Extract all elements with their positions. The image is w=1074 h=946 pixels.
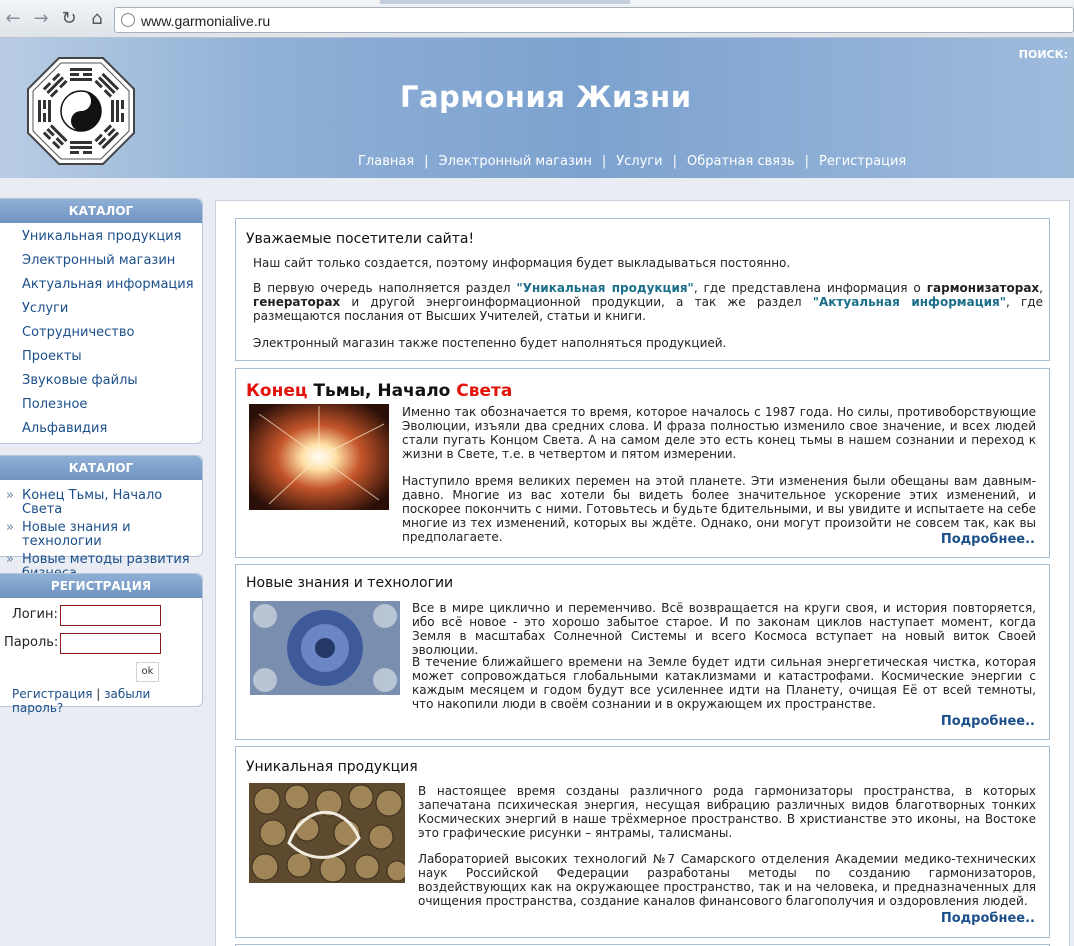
article-paragraph: Лабораторией высоких технологий №7 Самар… — [418, 852, 1036, 908]
article-title: Новые знания и технологии — [246, 575, 454, 591]
articles-catalog-heading: КАТАЛОГ — [0, 456, 202, 480]
read-more-link[interactable]: Подробнее.. — [941, 532, 1035, 547]
catalog-item-actual-info[interactable]: Актуальная информация — [0, 273, 202, 297]
browser-toolbar: ← → ↻ ⌂ www.garmonialive.ru — [0, 0, 1074, 38]
search-label: ПОИСК: — [1018, 48, 1068, 61]
catalog-item-e-shop[interactable]: Электронный магазин — [0, 249, 202, 273]
register-link[interactable]: Регистрация — [12, 687, 92, 701]
login-label: Логин: — [12, 607, 58, 622]
article-link-end-of-darkness[interactable]: » Конец Тьмы, Начало Света — [0, 489, 202, 517]
catalog-heading: КАТАЛОГ — [0, 199, 202, 223]
address-bar[interactable]: www.garmonialive.ru — [114, 7, 1074, 33]
article-title: Конец Тьмы, Начало Света — [246, 381, 513, 401]
bagua-yin-yang-logo[interactable] — [26, 56, 136, 166]
password-field[interactable] — [60, 633, 161, 654]
article-paragraph: В настоящее время созданы различного род… — [418, 784, 1036, 840]
welcome-paragraph: В первую очередь наполняется раздел "Уни… — [253, 281, 1043, 323]
links-separator: | — [96, 687, 101, 701]
nav-home[interactable]: Главная — [352, 154, 420, 169]
home-icon[interactable]: ⌂ — [86, 8, 108, 30]
catalog-item-cooperation[interactable]: Сотрудничество — [0, 321, 202, 345]
nav-separator: | — [601, 154, 607, 169]
registration-box: РЕГИСТРАЦИЯ Логин: Пароль: ok Регистраци… — [0, 573, 203, 715]
nav-separator: | — [804, 154, 810, 169]
login-ok-button[interactable]: ok — [136, 662, 159, 682]
nav-shop[interactable]: Электронный магазин — [433, 154, 598, 169]
articles-catalog-box: КАТАЛОГ » Конец Тьмы, Начало Света » Новые… — [0, 455, 203, 581]
catalog-item-projects[interactable]: Проекты — [0, 345, 202, 369]
article-panel: Новые знания и технологии Все в мире цик… — [235, 564, 1050, 740]
read-more-link[interactable]: Подробнее.. — [941, 911, 1035, 926]
registration-links: Регистрация | забыли пароль? — [12, 687, 202, 715]
article-title: Уникальная продукция — [246, 759, 418, 775]
site-header: Гармония Жизни ПОИСК: Главная | Электронны… — [0, 38, 1074, 178]
catalog-item-services[interactable]: Услуги — [0, 297, 202, 321]
site-info-icon[interactable] — [121, 13, 135, 27]
site-title: Гармония Жизни — [400, 80, 692, 114]
catalog-list: Уникальная продукция Электронный магазин… — [0, 223, 202, 441]
bullet-icon: » — [6, 520, 14, 535]
nav-feedback[interactable]: Обратная связь — [681, 154, 801, 169]
article-panel: Уникальная продукция В настоящее время с… — [235, 746, 1050, 938]
password-label: Пароль: — [4, 635, 59, 650]
nav-separator: | — [672, 154, 677, 169]
browser-tab-strip — [380, 0, 630, 4]
article-paragraph: Все в мире циклично и переменчиво. Всё в… — [412, 601, 1036, 657]
registration-heading: РЕГИСТРАЦИЯ — [0, 574, 202, 598]
read-more-link[interactable]: Подробнее.. — [941, 714, 1035, 729]
catalog-item-sound-files[interactable]: Звуковые файлы — [0, 369, 202, 393]
welcome-paragraph: Электронный магазин также постепенно буд… — [253, 336, 727, 350]
welcome-panel: Уважаемые посетители сайта! Наш сайт тол… — [235, 218, 1050, 361]
url-text[interactable]: www.garmonialive.ru — [141, 13, 270, 29]
login-field[interactable] — [60, 605, 161, 626]
article-link-label[interactable]: Конец Тьмы, Начало Света — [22, 488, 162, 517]
catalog-item-unique-products[interactable]: Уникальная продукция — [0, 225, 202, 249]
article-paragraph: В течение ближайшего времени на Земле бу… — [412, 655, 1036, 711]
link-actual-info[interactable]: "Актуальная информация" — [813, 295, 1006, 309]
welcome-paragraph: Наш сайт только создается, поэтому инфор… — [253, 256, 791, 270]
article-paragraph: Именно так обозначается то время, которо… — [402, 405, 1036, 461]
nav-services[interactable]: Услуги — [610, 154, 668, 169]
article-link-label[interactable]: Новые знания и технологии — [22, 520, 131, 549]
catalog-item-useful[interactable]: Полезное — [0, 393, 202, 417]
bullet-icon: » — [6, 552, 14, 567]
welcome-title: Уважаемые посетители сайта! — [246, 231, 475, 247]
catalog-item-alfavidia[interactable]: Альфавидия — [0, 417, 202, 441]
article-image[interactable] — [250, 601, 400, 695]
reload-icon[interactable]: ↻ — [58, 8, 80, 30]
articles-catalog-list: » Конец Тьмы, Начало Света » Новые знания … — [0, 480, 202, 581]
article-image[interactable] — [249, 783, 405, 883]
top-navigation: Главная | Электронный магазин | Услуги | Обрат… — [352, 154, 912, 169]
back-arrow-icon[interactable]: ← — [2, 8, 24, 30]
catalog-box: КАТАЛОГ Уникальная продукция Электронный… — [0, 198, 203, 444]
bullet-icon: » — [6, 488, 14, 503]
link-unique-products[interactable]: "Уникальная продукция" — [517, 281, 694, 295]
forward-arrow-icon[interactable]: → — [30, 8, 52, 30]
article-panel: Конец Тьмы, Начало Света Именно так обоз… — [235, 368, 1050, 558]
nav-registration[interactable]: Регистрация — [813, 154, 912, 169]
article-image[interactable] — [249, 404, 389, 510]
article-link-new-knowledge[interactable]: » Новые знания и технологии — [0, 521, 202, 549]
nav-separator: | — [424, 154, 429, 169]
